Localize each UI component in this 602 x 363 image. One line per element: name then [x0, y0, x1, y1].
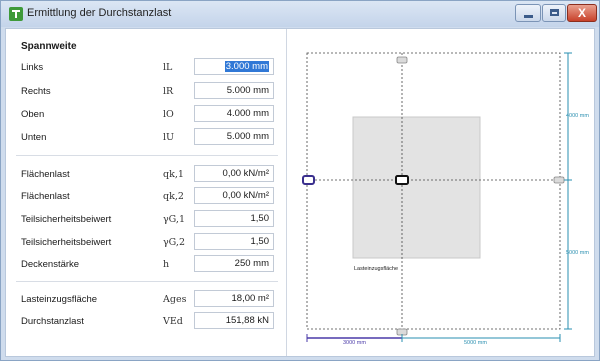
input-teilsicherheitsbeiwert-1[interactable]: 1,50	[194, 210, 274, 227]
input-flaechenlast-1[interactable]: 0,00 kN/m²	[194, 165, 274, 182]
row-teilsicherheitsbeiwert-2: Teilsicherheitsbeiwert γG,2 1,50	[6, 232, 286, 252]
symbol-h: h	[163, 259, 170, 270]
symbol-qk2: qk,2	[163, 191, 184, 202]
input-links[interactable]: 3.000 mm	[194, 58, 274, 75]
row-flaechenlast-1: Flächenlast qk,1 0,00 kN/m²	[6, 164, 286, 184]
symbol-l-links: lL	[163, 62, 173, 73]
symbol-ved: VEd	[163, 316, 183, 327]
right-support-handle[interactable]	[553, 176, 565, 184]
label-lasteinzugsflaeche: Lasteinzugsfläche	[21, 294, 98, 305]
symbol-l-oben: lO	[163, 109, 174, 120]
row-flaechenlast-2: Flächenlast qk,2 0,00 kN/m²	[6, 186, 286, 206]
dimension-oben: 4000 mm	[566, 113, 589, 119]
app-icon	[9, 7, 23, 21]
dimension-links: 3000 mm	[343, 340, 366, 346]
dimension-rechts: 5000 mm	[464, 340, 487, 346]
close-icon: X	[577, 6, 586, 20]
input-oben[interactable]: 4.000 mm	[194, 105, 274, 122]
symbol-ages: Ages	[163, 294, 187, 305]
top-support-handle[interactable]	[396, 56, 408, 64]
row-durchstanzlast: Durchstanzlast VEd 151,88 kN	[6, 311, 286, 331]
dimension-unten: 5000 mm	[566, 250, 589, 256]
maximize-icon	[550, 9, 559, 16]
label-durchstanzlast: Durchstanzlast	[21, 316, 84, 327]
row-deckenstaerke: Deckenstärke h 250 mm	[6, 254, 286, 274]
label-links: Links	[21, 62, 44, 73]
app-window: Ermittlung der Durchstanzlast X Spannwei…	[0, 0, 600, 361]
label-flaechenlast-2: Flächenlast	[21, 191, 70, 202]
row-unten: Unten lU 5.000 mm	[6, 127, 286, 147]
label-teilsicherheitsbeiwert-2: Teilsicherheitsbeiwert	[21, 237, 112, 248]
row-rechts: Rechts lR 5.000 mm	[6, 81, 286, 101]
maximize-button[interactable]	[542, 4, 566, 22]
load-area-diagram: Lasteinzugsfläche 4000 mm 5000 mm 3000 m…	[302, 52, 589, 346]
output-lasteinzugsflaeche[interactable]: 18,00 m²	[194, 290, 274, 307]
window-title: Ermittlung der Durchstanzlast	[27, 7, 172, 19]
label-rechts: Rechts	[21, 86, 51, 97]
close-button[interactable]: X	[567, 4, 597, 22]
load-area	[352, 116, 481, 259]
input-unten[interactable]: 5.000 mm	[194, 128, 274, 145]
input-panel: Spannweite Links lL 3.000 mm Rechts lR 5…	[6, 29, 286, 356]
label-flaechenlast-1: Flächenlast	[21, 169, 70, 180]
symbol-qk1: qk,1	[163, 169, 184, 180]
symbol-l-rechts: lR	[163, 86, 174, 97]
label-teilsicherheitsbeiwert-1: Teilsicherheitsbeiwert	[21, 214, 112, 225]
dialog-content: Spannweite Links lL 3.000 mm Rechts lR 5…	[5, 28, 595, 357]
separator	[16, 281, 278, 282]
row-oben: Oben lO 4.000 mm	[6, 104, 286, 124]
label-oben: Oben	[21, 109, 45, 120]
input-teilsicherheitsbeiwert-2[interactable]: 1,50	[194, 233, 274, 250]
input-links-value: 3.000 mm	[224, 61, 269, 72]
row-lasteinzugsflaeche: Lasteinzugsfläche Ages 18,00 m²	[6, 289, 286, 309]
output-durchstanzlast[interactable]: 151,88 kN	[194, 312, 274, 329]
column-handle[interactable]	[395, 175, 409, 185]
section-title-spannweite: Spannweite	[21, 41, 77, 52]
input-flaechenlast-2[interactable]: 0,00 kN/m²	[194, 187, 274, 204]
input-rechts[interactable]: 5.000 mm	[194, 82, 274, 99]
minimize-icon	[524, 15, 533, 18]
title-bar[interactable]: Ermittlung der Durchstanzlast X	[1, 1, 599, 27]
row-links: Links lL 3.000 mm	[6, 57, 286, 77]
minimize-button[interactable]	[515, 4, 541, 22]
row-teilsicherheitsbeiwert-1: Teilsicherheitsbeiwert γG,1 1,50	[6, 209, 286, 229]
load-area-label: Lasteinzugsfläche	[354, 266, 398, 272]
symbol-gamma-g1: γG,1	[163, 214, 185, 225]
left-support-handle[interactable]	[302, 175, 315, 185]
separator	[16, 155, 278, 156]
symbol-gamma-g2: γG,2	[163, 237, 185, 248]
symbol-l-unten: lU	[163, 132, 175, 143]
label-deckenstaerke: Deckenstärke	[21, 259, 80, 270]
input-deckenstaerke[interactable]: 250 mm	[194, 255, 274, 272]
label-unten: Unten	[21, 132, 47, 143]
